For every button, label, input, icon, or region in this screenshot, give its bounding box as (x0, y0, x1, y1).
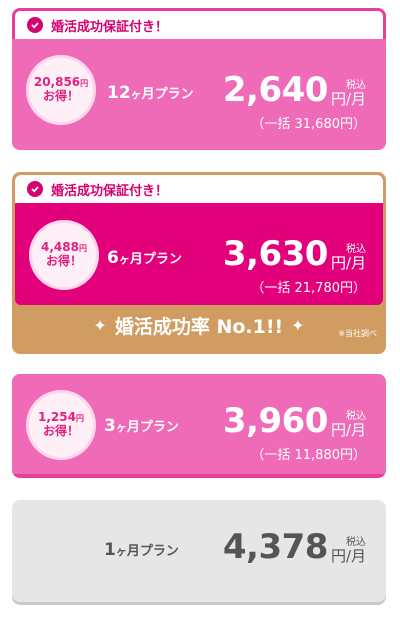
featured-plan-inner: 婚活成功保証付き！ 4,488円 お得！ 6ヶ月プラン 3,630 税込 円/月 … (15, 175, 383, 305)
discount-amount: 4,488 (41, 240, 79, 255)
discount-amount: 20,856 (33, 75, 81, 90)
guarantee-header: 婚活成功保証付き！ (15, 175, 383, 203)
discount-amount: 1,254 (38, 410, 76, 425)
success-rate-banner: ✦ 婚活成功率 No.1!! ✦ ※当社調べ (15, 305, 383, 345)
plan-card-3-months[interactable]: 1,254円 お得！ 3ヶ月プラン 3,960 税込 円/月 （一括 11,880… (12, 374, 386, 478)
discount-label: お得！ (42, 424, 79, 438)
plan-name: 3ヶ月プラン (104, 416, 179, 436)
per-month-label: 円/月 (330, 546, 366, 565)
yen-label: 円 (75, 414, 84, 424)
discount-label: お得！ (42, 89, 79, 103)
per-month-label: 円/月 (330, 89, 366, 108)
plan-panel: 20,856円 お得！ 12ヶ月プラン 2,640 税込 円/月 （一括 31,6… (12, 39, 386, 150)
check-icon (27, 181, 43, 197)
tax-label: 税込 (346, 410, 366, 422)
discount-badge: 20,856円 お得！ (29, 58, 93, 122)
monthly-price: 3,630 (222, 234, 329, 274)
lump-sum-price: （一括 11,880円） (251, 448, 366, 463)
plan-panel: 4,488円 お得！ 6ヶ月プラン 3,630 税込 円/月 （一括 21,780… (15, 203, 383, 305)
tax-label: 税込 (346, 243, 366, 255)
check-icon (27, 17, 43, 33)
discount-label: お得！ (45, 254, 82, 268)
price-block: 2,640 税込 円/月 （一括 31,680円） (223, 73, 366, 132)
plan-name: 12ヶ月プラン (107, 83, 194, 103)
plan-card-1-month[interactable]: 1ヶ月プラン 4,378 税込 円/月 (12, 500, 386, 602)
monthly-price: 3,960 (222, 401, 329, 441)
plan-name: 1ヶ月プラン (104, 540, 179, 560)
price-block: 3,960 税込 円/月 （一括 11,880円） (223, 404, 366, 463)
discount-badge: 1,254円 お得！ (29, 393, 93, 457)
monthly-price: 4,378 (222, 527, 329, 567)
lump-sum-price: （一括 21,780円） (251, 281, 366, 296)
tax-label: 税込 (346, 79, 366, 91)
plan-panel: 1,254円 お得！ 3ヶ月プラン 3,960 税込 円/月 （一括 11,880… (12, 374, 386, 474)
plan-name: 6ヶ月プラン (107, 248, 182, 268)
guarantee-label: 婚活成功保証付き！ (51, 19, 169, 35)
per-month-label: 円/月 (330, 420, 366, 439)
discount-badge: 4,488円 お得！ (32, 223, 96, 287)
plan-card-12-months[interactable]: 婚活成功保証付き！ 20,856円 お得！ 12ヶ月プラン 2,640 税込 円/… (12, 8, 386, 150)
sparkle-icon: ✦ (291, 315, 305, 335)
price-block: 3,630 税込 円/月 （一括 21,780円） (223, 237, 366, 296)
guarantee-label: 婚活成功保証付き！ (51, 183, 169, 199)
yen-label: 円 (80, 79, 89, 89)
per-month-label: 円/月 (330, 253, 366, 272)
guarantee-header: 婚活成功保証付き！ (15, 11, 383, 39)
lump-sum-price: （一括 31,680円） (251, 117, 366, 132)
price-block: 4,378 税込 円/月 (223, 530, 366, 564)
monthly-price: 2,640 (222, 70, 329, 110)
yen-label: 円 (78, 244, 87, 254)
tax-label: 税込 (346, 536, 366, 548)
success-rate-label: 婚活成功率 No.1!! (114, 315, 284, 338)
plan-card-6-months[interactable]: 婚活成功保証付き！ 4,488円 お得！ 6ヶ月プラン 3,630 税込 円/月 … (12, 172, 386, 354)
sparkle-icon: ✦ (93, 315, 107, 335)
survey-note: ※当社調べ (338, 329, 377, 338)
